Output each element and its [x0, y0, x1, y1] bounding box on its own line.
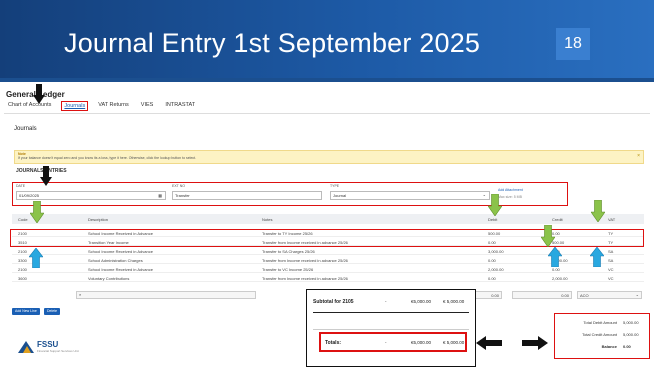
- callout-divider: [313, 312, 469, 313]
- total-debit-value: 5,000.00: [623, 320, 639, 325]
- ref-input[interactable]: Transfer: [172, 191, 322, 200]
- cell-debit: 0.00: [488, 258, 496, 263]
- cell-description: Voluntary Contributions: [88, 276, 130, 281]
- arrow-down-black-icon: [33, 84, 45, 104]
- balance-label: Balance: [601, 344, 617, 349]
- arrow-up-blue-icon: [548, 247, 562, 267]
- type-value: Journal: [333, 193, 347, 198]
- totals-dash: -: [385, 340, 387, 345]
- arrow-down-green-icon: [488, 194, 502, 216]
- add-attachment-link[interactable]: Add Attachment: [498, 188, 523, 192]
- warning-text: If your balance doesn't equal zero and y…: [18, 156, 197, 160]
- cell-debit: 2,000.00: [488, 267, 504, 272]
- cell-description: School Income Received in Advance: [88, 249, 153, 254]
- totals-label: Totals:: [325, 340, 342, 346]
- chevron-down-icon: ⌄: [482, 192, 486, 197]
- warning-banner: Note If your balance doesn't equal zero …: [14, 150, 644, 164]
- cell-description: School Income Received in Advance: [88, 267, 153, 272]
- cell-description: School Administration Charges: [88, 258, 143, 263]
- calendar-icon[interactable]: ▦: [158, 193, 162, 198]
- summary-box: Total Debit Amount 5,000.00 Total Credit…: [554, 313, 650, 359]
- col-vat: VAT: [608, 217, 616, 222]
- cell-vat: SA: [608, 258, 614, 263]
- cell-credit: 2,000.00: [552, 276, 568, 281]
- cell-notes: Transfer from Income received in advance…: [262, 276, 348, 281]
- col-code: Code: [18, 217, 28, 222]
- totals-debit: €5,000.00: [411, 340, 432, 345]
- col-credit: Credit: [552, 217, 563, 222]
- slide-title: Journal Entry 1st September 2025: [64, 28, 481, 58]
- cell-notes: Transfer to VC Income 25/26: [262, 267, 314, 272]
- arrow-down-black-icon: [40, 166, 52, 186]
- col-notes: Notes: [262, 217, 273, 222]
- entry-vat-select[interactable]: ACO ⌄: [577, 291, 642, 299]
- cell-code: 2100: [18, 267, 27, 272]
- date-input[interactable]: 01/09/2025 ▦: [16, 191, 166, 200]
- entry-vat-value: ACO: [580, 293, 589, 298]
- cell-notes: Transfer from Income received in advance…: [262, 258, 348, 263]
- nav-chart-of-accounts[interactable]: Chart of Accounts: [6, 101, 53, 111]
- cell-vat: VC: [608, 276, 614, 281]
- add-line-button[interactable]: Add New Line: [12, 308, 40, 315]
- arrow-right-black-icon: [522, 336, 548, 350]
- callout-faded-line: [313, 329, 469, 330]
- nav-divider: [4, 113, 650, 114]
- date-value: 01/09/2025: [19, 193, 40, 198]
- entry-credit-input[interactable]: 0.00: [512, 291, 572, 299]
- totals-credit: € 5,000.00: [443, 340, 465, 345]
- date-label: DATE: [16, 184, 26, 188]
- total-credit-value: 5,000.00: [623, 332, 639, 337]
- nav-journals[interactable]: Journals: [61, 101, 89, 111]
- arrow-up-blue-icon: [29, 248, 43, 268]
- total-credit-label: Total Credit Amount: [582, 332, 617, 337]
- col-description: Description: [88, 217, 109, 222]
- cell-debit: 0.00: [488, 276, 496, 281]
- cell-notes: Transfer to SA Charges 25/26: [262, 249, 315, 254]
- cell-code: 3300: [18, 258, 27, 263]
- table-row[interactable]: 3600 Voluntary Contributions Transfer from…: [12, 274, 644, 282]
- subtotal-dash: -: [385, 299, 387, 304]
- subtotal-label: Subtotal for 2105: [313, 299, 354, 305]
- totals-callout: Subtotal for 2105 - €5,000.00 € 5,000.00…: [306, 289, 476, 367]
- subtotal-debit: €5,000.00: [411, 299, 432, 304]
- subtotal-credit: € 5,000.00: [443, 299, 465, 304]
- arrow-down-green-icon: [591, 200, 605, 222]
- total-debit-label: Total Debit Amount: [583, 320, 617, 325]
- ref-label: EXT NO: [172, 184, 185, 188]
- chevron-down-icon: ⌄: [635, 292, 639, 297]
- arrow-left-black-icon: [476, 336, 502, 350]
- arrow-down-green-icon: [541, 225, 555, 247]
- table-header: Code Description Notes Debit Credit VAT: [12, 214, 644, 224]
- slide-number: 18: [556, 28, 590, 60]
- logo-subtitle: Financial Support Services Unit: [37, 349, 79, 353]
- type-label: TYPE: [330, 184, 340, 188]
- search-icon[interactable]: ⌕: [79, 292, 81, 297]
- cell-code: 2100: [18, 249, 27, 254]
- section-title: Journals: [14, 126, 37, 132]
- logo-name: FSSU: [37, 340, 59, 349]
- col-debit: Debit: [488, 217, 498, 222]
- cell-credit: 0.00: [552, 267, 560, 272]
- type-select[interactable]: Journal ⌄: [330, 191, 490, 200]
- cell-vat: VC: [608, 267, 614, 272]
- arrow-down-green-icon: [30, 201, 44, 223]
- cell-debit: 3,000.00: [488, 249, 504, 254]
- balance-value: 0.00: [623, 344, 631, 349]
- search-input[interactable]: ⌕: [76, 291, 256, 299]
- banner-stripe: [0, 78, 654, 82]
- nav-vies[interactable]: VIES: [139, 101, 156, 111]
- arrow-up-blue-icon: [590, 247, 604, 267]
- cell-code: 3600: [18, 276, 27, 281]
- logo-icon: [18, 340, 34, 353]
- delete-button[interactable]: Delete: [44, 308, 61, 315]
- nav-vat-returns[interactable]: VAT Returns: [96, 101, 131, 111]
- close-icon[interactable]: ×: [637, 153, 640, 159]
- cell-vat: SA: [608, 249, 614, 254]
- nav-intrastat[interactable]: INTRASTAT: [163, 101, 197, 111]
- fssu-logo: FSSU Financial Support Services Unit: [18, 340, 79, 353]
